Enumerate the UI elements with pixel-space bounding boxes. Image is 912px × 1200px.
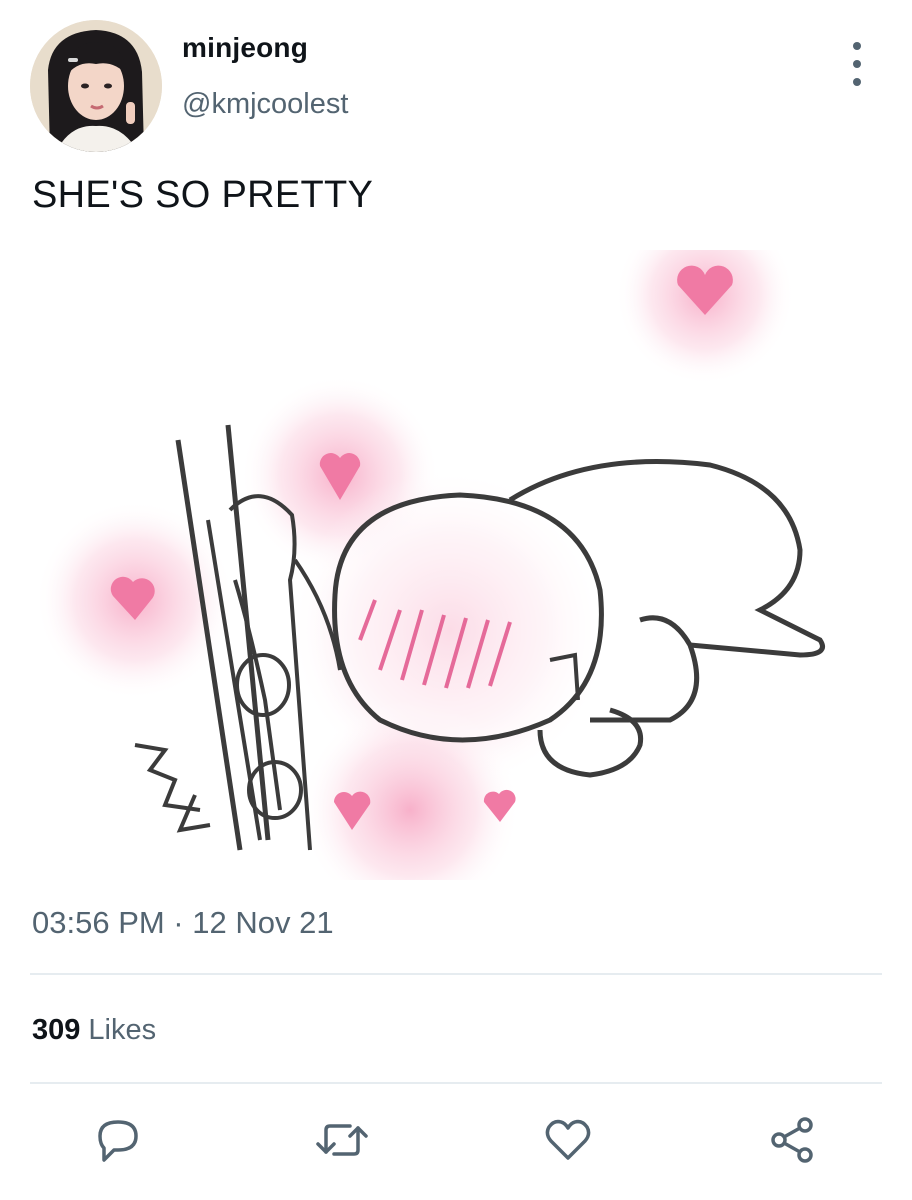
more-dot (853, 42, 861, 50)
divider (30, 1082, 882, 1084)
avatar[interactable] (30, 20, 162, 152)
tweet-timestamp[interactable]: 03:56 PM · 12 Nov 21 (32, 905, 334, 941)
heart-icon (545, 1119, 591, 1160)
likes-count: 309 (32, 1014, 81, 1046)
retweet-icon (316, 1124, 368, 1156)
tweet-actions-bar (0, 1110, 912, 1180)
more-options-icon[interactable] (840, 42, 874, 86)
tweet-media-image[interactable] (30, 250, 880, 880)
tweet-text: SHE'S SO PRETTY (32, 174, 374, 216)
more-dot (853, 78, 861, 86)
tweet-card: minjeong @kmjcoolest SHE'S SO PRETTY 03:… (0, 0, 912, 1200)
likes-label: Likes (88, 1014, 157, 1046)
reply-button[interactable] (88, 1110, 148, 1170)
like-button[interactable] (538, 1110, 598, 1170)
share-button[interactable] (762, 1110, 822, 1170)
more-dot (853, 60, 861, 68)
share-icon (771, 1117, 813, 1163)
divider (30, 973, 882, 975)
reply-icon (98, 1120, 138, 1162)
likes-summary[interactable]: 309 Likes (32, 1014, 156, 1047)
retweet-button[interactable] (312, 1110, 372, 1170)
user-display-name[interactable]: minjeong (182, 32, 308, 64)
user-handle[interactable]: @kmjcoolest (182, 88, 348, 121)
